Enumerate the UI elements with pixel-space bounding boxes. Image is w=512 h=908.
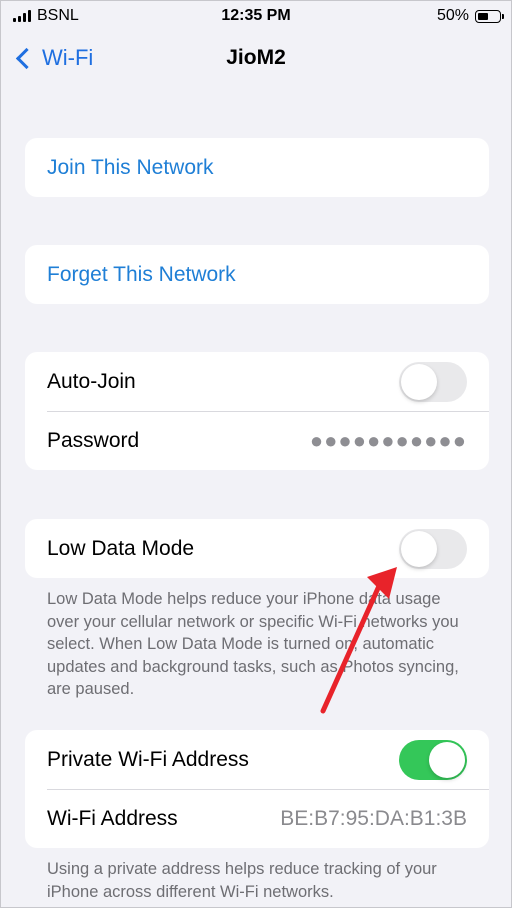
toggle-knob [401, 363, 437, 400]
wifi-address-label: Wi-Fi Address [47, 806, 178, 830]
forget-network-button[interactable]: Forget This Network [25, 245, 489, 304]
private-address-note: Using a private address helps reduce tra… [47, 860, 437, 901]
forget-group: Forget This Network [25, 245, 489, 304]
status-time: 12:35 PM [221, 7, 291, 24]
auto-join-label: Auto-Join [47, 369, 136, 393]
low-data-toggle[interactable] [399, 528, 467, 569]
low-data-row: Low Data Mode [25, 519, 489, 578]
low-data-note: Low Data Mode helps reduce your iPhone d… [47, 590, 459, 698]
battery-cap [502, 13, 504, 19]
join-network-button[interactable]: Join This Network [25, 138, 489, 197]
forget-network-label: Forget This Network [47, 262, 236, 286]
join-group: Join This Network [25, 138, 489, 197]
private-address-toggle[interactable] [399, 739, 467, 780]
auto-join-row: Auto-Join [25, 352, 489, 411]
toggle-knob [429, 741, 465, 778]
status-right: 50% [436, 7, 504, 25]
private-address-label: Private Wi-Fi Address [47, 747, 249, 771]
password-row[interactable]: Password ●●●●●●●●●●● [25, 411, 489, 470]
settings-screen: BSNL 12:35 PM 50% Wi-Fi JioM2 Join This … [0, 0, 512, 908]
toggle-knob [401, 530, 437, 567]
page-title: JioM2 [226, 46, 286, 69]
battery-icon [475, 9, 504, 23]
password-mask: ●●●●●●●●●●● [309, 427, 467, 453]
low-data-group: Low Data Mode [25, 519, 489, 578]
password-label: Password [47, 428, 140, 452]
private-address-row: Private Wi-Fi Address [25, 730, 489, 789]
battery-fill [478, 12, 488, 20]
private-address-group: Private Wi-Fi Address Wi-Fi Address BE:B… [25, 730, 489, 848]
low-data-label: Low Data Mode [47, 536, 195, 560]
status-bar: BSNL 12:35 PM 50% [1, 1, 511, 33]
wifi-address-value: BE:B7:95:DA:B1:3B [280, 806, 467, 830]
battery-percent: 50% [436, 7, 469, 24]
wifi-address-row: Wi-Fi Address BE:B7:95:DA:B1:3B [25, 789, 489, 848]
navigation-bar: Wi-Fi JioM2 [1, 37, 511, 81]
auto-join-toggle[interactable] [399, 361, 467, 402]
auto-join-group: Auto-Join Password ●●●●●●●●●●● [25, 352, 489, 470]
join-network-label: Join This Network [47, 155, 214, 179]
